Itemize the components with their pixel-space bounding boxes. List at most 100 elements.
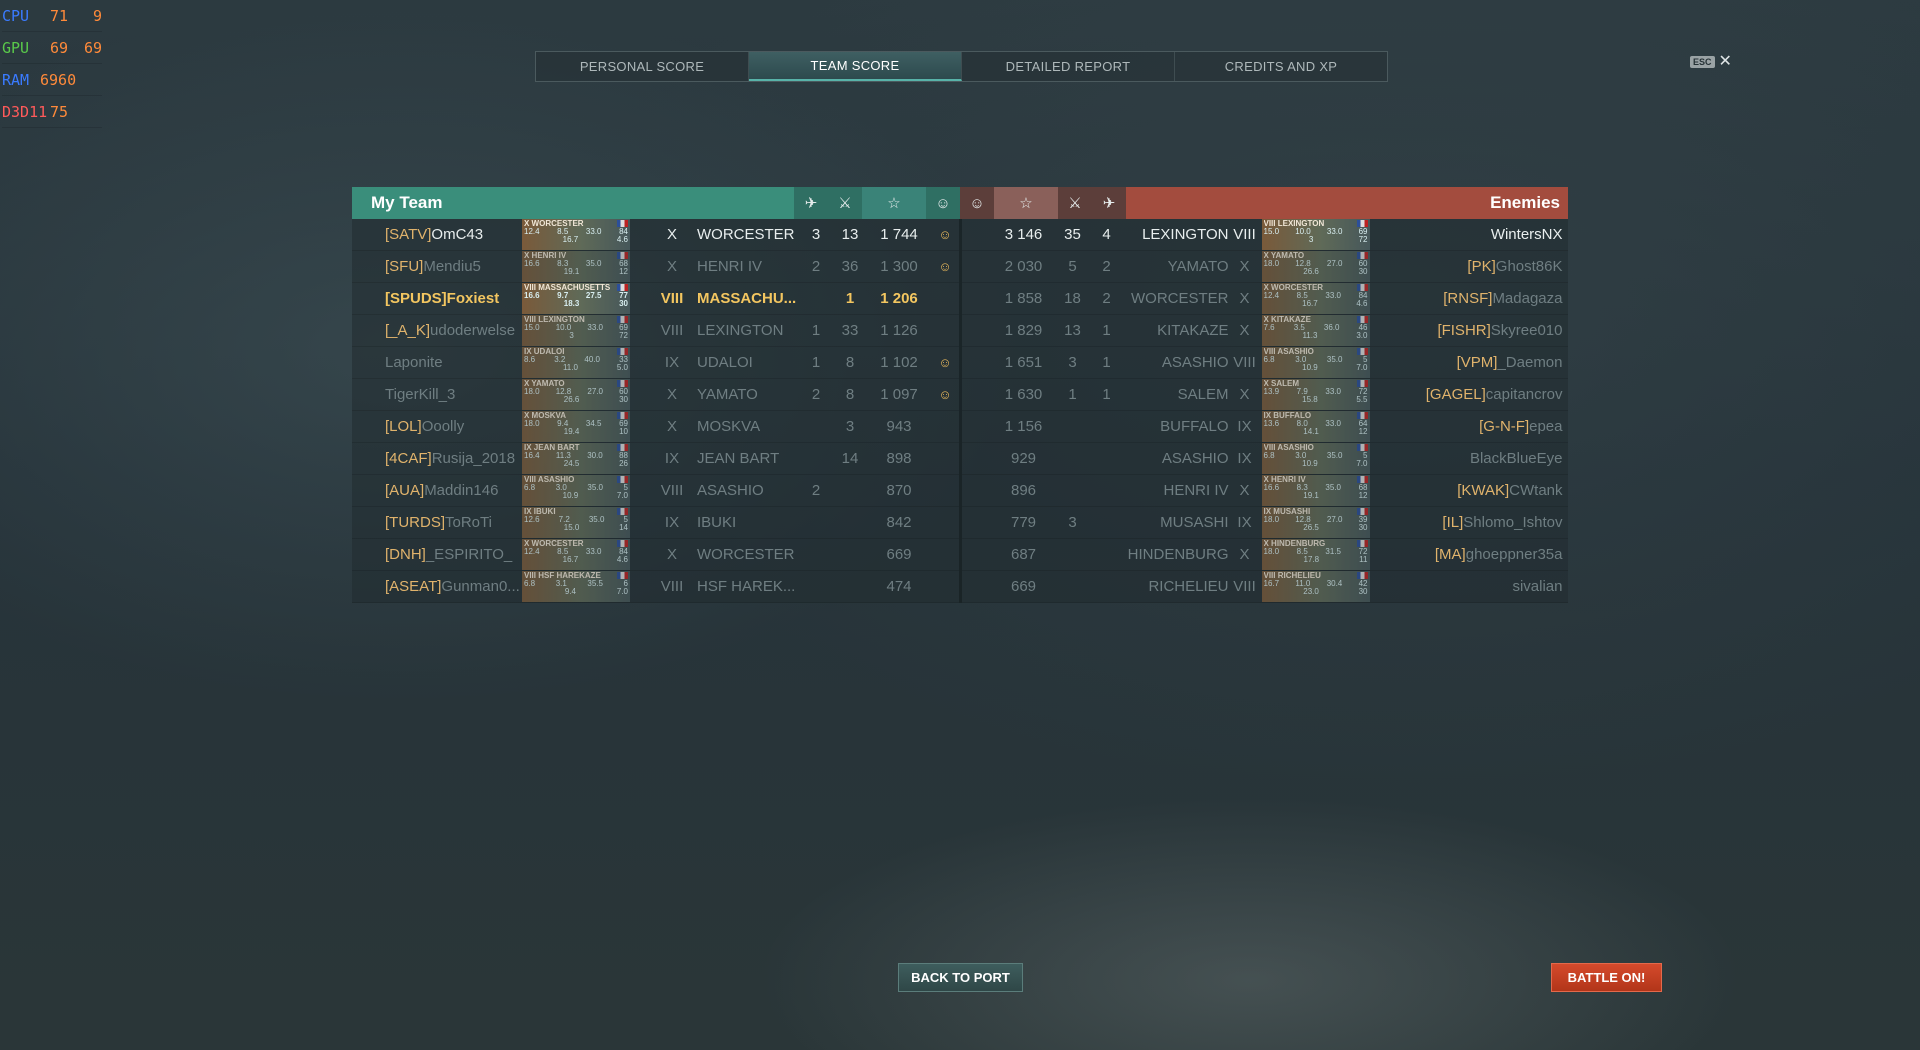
player-nick: ghoeppner35a bbox=[1465, 546, 1563, 563]
player-name[interactable]: [IL]Shlomo_Ishtov bbox=[1377, 514, 1562, 531]
medal-icon[interactable]: ☺ bbox=[960, 187, 994, 219]
enemies-header: Enemies bbox=[1126, 187, 1568, 219]
player-row[interactable]: [DNH]_ESPIRITO_ X WORCESTER 12.4 8.5 33.0 84 1… bbox=[352, 539, 959, 571]
player-name[interactable]: [VPM]_Daemon bbox=[1377, 354, 1563, 371]
tab-credits-xp[interactable]: CREDITS AND XP bbox=[1175, 52, 1387, 81]
plane-icon[interactable]: ✈ bbox=[1092, 187, 1126, 219]
ship-card-stats: 26.5 30 bbox=[1264, 524, 1368, 532]
back-to-port-button[interactable]: BACK TO PORT bbox=[898, 963, 1023, 992]
nation-flag-icon bbox=[617, 284, 628, 291]
player-row[interactable]: 929 ASASHIO IX VIII ASASHIO 6.8 3.0 35.0 5 10.9 7… bbox=[961, 443, 1568, 475]
ship-stat: 11 bbox=[1359, 555, 1368, 564]
player-row[interactable]: 1 651 3 1 ASASHIO VIII VIII ASASHIO 6.8 3.0 35.0… bbox=[961, 347, 1568, 379]
medal-icon[interactable]: ☺ bbox=[926, 187, 960, 219]
crossed-swords-icon[interactable]: ⚔ bbox=[828, 187, 862, 219]
player-name[interactable]: [LOL]Ooolly bbox=[385, 418, 522, 435]
close-button[interactable]: ESC ✕ bbox=[1690, 54, 1732, 70]
player-name[interactable]: [MA]ghoeppner35a bbox=[1377, 546, 1563, 563]
battle-on-button[interactable]: BATTLE ON! bbox=[1551, 963, 1662, 992]
player-name[interactable]: Laponite bbox=[385, 354, 522, 371]
player-name[interactable]: [SATV]OmC43 bbox=[385, 226, 522, 243]
player-name[interactable]: TigerKill_3 bbox=[385, 386, 522, 403]
player-nick: Madagaza bbox=[1492, 290, 1563, 307]
player-name[interactable]: [SPUDS]Foxiest bbox=[385, 290, 522, 307]
player-row[interactable]: 779 3 MUSASHI IX IX MUSASHI 18.0 12.8 27.0 39 26.… bbox=[961, 507, 1568, 539]
ship-tier: X bbox=[666, 386, 677, 403]
ship-tier: VIII bbox=[660, 322, 684, 339]
player-row[interactable]: Laponite IX UDALOI 8.6 3.2 40.0 33 11.0 5.0 IX UD… bbox=[352, 347, 959, 379]
ship-card: X MOSKVA 18.0 9.4 34.5 69 19.4 10 bbox=[522, 411, 630, 442]
player-row[interactable]: 2 030 5 2 YAMATO X X YAMATO 18.0 12.8 27.0 60 26.6… bbox=[961, 251, 1568, 283]
player-row[interactable]: 687 HINDENBURG X X HINDENBURG 18.0 8.5 31.5 72 1… bbox=[961, 539, 1568, 571]
player-row[interactable]: TigerKill_3 X YAMATO 18.0 12.8 27.0 60 26.6 30 X… bbox=[352, 379, 959, 411]
clan-tag: [4CAF] bbox=[385, 450, 432, 467]
player-row[interactable]: 3 146 35 4 LEXINGTON VIII VIII LEXINGTON 15.0 1… bbox=[961, 219, 1568, 251]
player-row[interactable]: [AUA]Maddin146 VIII ASASHIO 6.8 3.0 35.0 5 10.… bbox=[352, 475, 959, 507]
ship-stat: 7.0 bbox=[616, 491, 628, 500]
player-name[interactable]: [FISHR]Skyree010 bbox=[1377, 322, 1562, 339]
ship-stat: 72 bbox=[619, 331, 628, 340]
player-name[interactable]: [AUA]Maddin146 bbox=[385, 482, 522, 499]
player-row[interactable]: [4CAF]Rusija_2018 IX JEAN BART 16.4 11.3 30.… bbox=[352, 443, 959, 475]
hud-value: 71 bbox=[49, 6, 68, 25]
ship-stat: 16.4 bbox=[524, 451, 540, 460]
ship-card-stats: 11.3 3.0 bbox=[1264, 332, 1368, 340]
player-name[interactable]: [KWAK]CWtank bbox=[1377, 482, 1563, 499]
player-name[interactable]: [ASEAT]Gunman0... bbox=[385, 578, 522, 595]
ship-name: LEXINGTON bbox=[1142, 226, 1229, 243]
player-row[interactable]: [_A_K]udoderwelse VIII LEXINGTON 15.0 10.0 3… bbox=[352, 315, 959, 347]
player-name[interactable]: [_A_K]udoderwelse bbox=[385, 322, 522, 339]
ship-card-stats: 19.4 10 bbox=[524, 428, 628, 436]
base-xp: 474 bbox=[886, 578, 912, 595]
tab-personal-score[interactable]: PERSONAL SCORE bbox=[536, 52, 749, 81]
player-name[interactable]: [PK]Ghost86K bbox=[1377, 258, 1563, 275]
player-row[interactable]: 1 858 18 2 WORCESTER X X WORCESTER 12.4 8.5 33.0… bbox=[961, 283, 1568, 315]
plane-icon[interactable]: ✈ bbox=[794, 187, 828, 219]
player-row[interactable]: 669 RICHELIEU VIII VIII RICHELIEU 16.7 11.0 30… bbox=[961, 571, 1568, 603]
ship-stat: 31.5 bbox=[1325, 547, 1341, 556]
player-name[interactable]: BlackBlueEye bbox=[1377, 450, 1563, 467]
ship-stat: 12.6 bbox=[524, 515, 540, 524]
ship-stat: 18.0 bbox=[524, 387, 540, 396]
player-nick: CWtank bbox=[1509, 482, 1563, 499]
player-name[interactable]: sivalian bbox=[1377, 578, 1562, 595]
player-name[interactable]: WintersNX bbox=[1377, 226, 1563, 243]
star-icon[interactable]: ☆ bbox=[994, 187, 1058, 219]
player-row[interactable]: [SATV]OmC43 X WORCESTER 12.4 8.5 33.0 84 16.7 4… bbox=[352, 219, 959, 251]
tab-team-score[interactable]: TEAM SCORE bbox=[749, 52, 962, 81]
player-row[interactable]: 1 630 1 1 SALEM X X SALEM 13.9 7.9 33.0 72 15.8 5.5… bbox=[961, 379, 1568, 411]
ship-stat: 5.5 bbox=[1356, 395, 1368, 404]
ship-stat: 10.9 bbox=[1302, 363, 1318, 372]
ship-card: VIII LEXINGTON 15.0 10.0 33.0 69 3 72 bbox=[522, 315, 630, 346]
player-row[interactable]: [TURDS]ToRoTi IX IBUKI 12.6 7.2 35.0 5 15.0 14 I… bbox=[352, 507, 959, 539]
planes-destroyed: 2 bbox=[811, 386, 821, 403]
crossed-swords-icon[interactable]: ⚔ bbox=[1058, 187, 1092, 219]
player-row[interactable]: [LOL]Ooolly X MOSKVA 18.0 9.4 34.5 69 19.4 10 X M… bbox=[352, 411, 959, 443]
player-row[interactable]: 896 HENRI IV X X HENRI IV 16.6 8.3 35.0 68 19.1 1… bbox=[961, 475, 1568, 507]
ship-card-stats: 26.6 30 bbox=[524, 396, 628, 404]
base-xp: 1 126 bbox=[880, 322, 918, 339]
player-name[interactable]: [SFU]Mendiu5 bbox=[385, 258, 522, 275]
player-row[interactable]: 1 829 13 1 KITAKAZE X X KITAKAZE 7.6 3.5 36.0 46 1… bbox=[961, 315, 1568, 347]
player-row[interactable]: [SFU]Mendiu5 X HENRI IV 16.6 8.3 35.0 68 19.1 1… bbox=[352, 251, 959, 283]
ship-stat: 16.6 bbox=[1263, 483, 1280, 492]
clan-tag: [LOL] bbox=[385, 418, 422, 435]
player-row[interactable]: 1 156 BUFFALO IX IX BUFFALO 13.6 8.0 33.0 64 14.… bbox=[961, 411, 1568, 443]
player-name[interactable]: [4CAF]Rusija_2018 bbox=[385, 450, 522, 467]
player-name[interactable]: [DNH]_ESPIRITO_ bbox=[385, 546, 522, 563]
player-name[interactable]: [RNSF]Madagaza bbox=[1377, 290, 1563, 307]
ship-card-stats: 15.0 10.0 33.0 69 bbox=[524, 324, 628, 332]
medal-icon: ☺ bbox=[938, 387, 952, 402]
player-name[interactable]: [TURDS]ToRoTi bbox=[385, 514, 522, 531]
player-row[interactable]: [SPUDS]Foxiest VIII MASSACHUSETTS 16.6 9.7 2… bbox=[352, 283, 959, 315]
player-nick: Ghost86K bbox=[1495, 258, 1563, 275]
player-row[interactable]: [ASEAT]Gunman0... VIII HSF HAREKAZE 6.8 3.1… bbox=[352, 571, 959, 603]
player-name[interactable]: [GAGEL]capitancrov bbox=[1377, 386, 1563, 403]
ship-stat: 33.0 bbox=[585, 547, 602, 556]
star-icon[interactable]: ☆ bbox=[862, 187, 926, 219]
ship-stat: 30 bbox=[1358, 267, 1368, 276]
base-xp: 779 bbox=[1010, 514, 1037, 531]
player-name[interactable]: [G-N-F]epea bbox=[1377, 418, 1562, 435]
ship-card-stats: 3 72 bbox=[1264, 236, 1368, 244]
tab-detailed-report[interactable]: DETAILED REPORT bbox=[962, 52, 1175, 81]
